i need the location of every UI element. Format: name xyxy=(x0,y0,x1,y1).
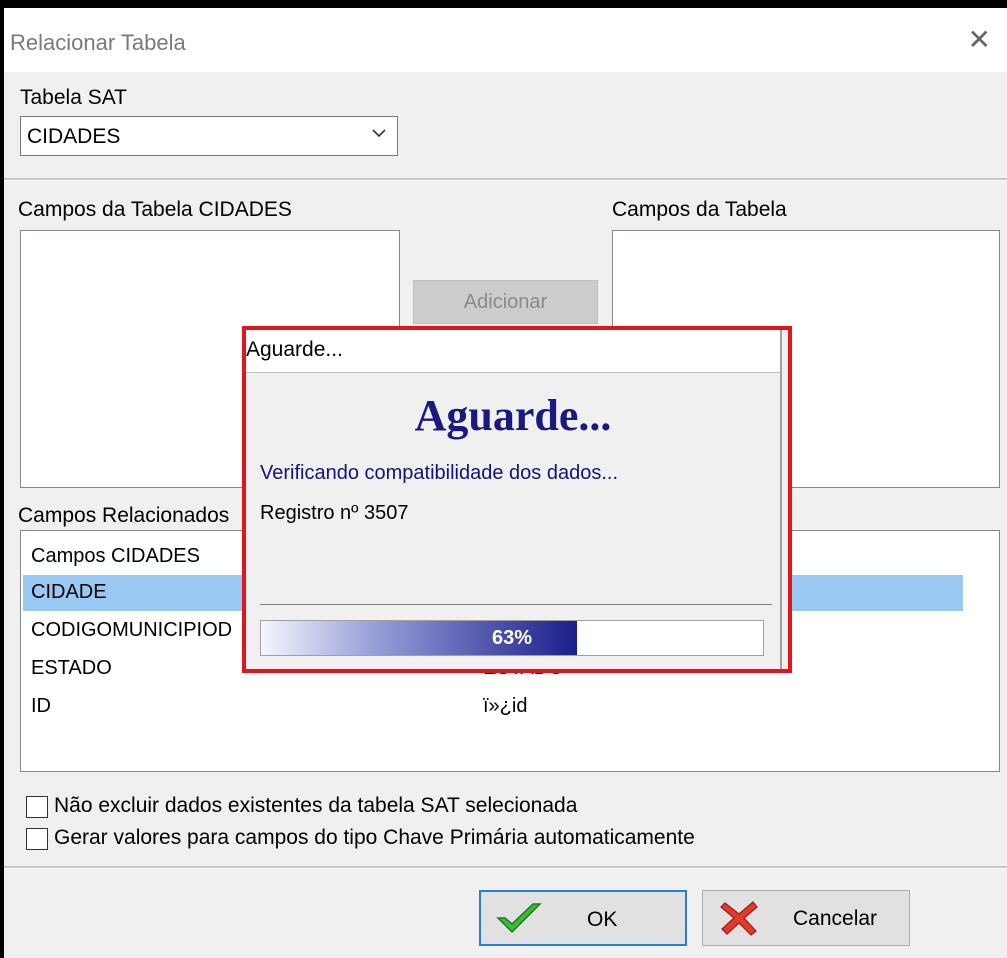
record-counter: Registro nº 3507 xyxy=(260,502,409,524)
table-row[interactable]: ID ï»¿id xyxy=(23,689,963,725)
dialog-title: Aguarde... xyxy=(246,338,343,361)
row-left: CODIGOMUNICIPIOD xyxy=(31,619,233,641)
window-title: Relacionar Tabela xyxy=(10,30,186,55)
dialog-title-bar: Aguarde... xyxy=(246,330,780,373)
dialog-heading: Aguarde... xyxy=(414,391,612,440)
separator xyxy=(4,866,1007,869)
relacionar-tabela-window: Relacionar Tabela ✕ Tabela SAT CIDADES C… xyxy=(4,8,1007,958)
tabela-sat-label: Tabela SAT xyxy=(20,86,127,109)
dialog-edge xyxy=(780,330,782,669)
related-fields-label: Campos Relacionados xyxy=(18,504,230,527)
ok-label: OK xyxy=(587,908,618,931)
row-left: CIDADE xyxy=(31,581,107,603)
row-right: ï»¿id xyxy=(483,695,528,717)
gen-keys-label[interactable]: Gerar valores para campos do tipo Chave … xyxy=(54,826,695,850)
cancel-label: Cancelar xyxy=(793,907,878,930)
gen-keys-checkbox[interactable] xyxy=(26,828,48,850)
progress-bar: 63% xyxy=(260,620,764,656)
right-fields-label: Campos da Tabela xyxy=(612,198,787,221)
progress-label: 63% xyxy=(491,627,533,649)
ok-button[interactable]: OK xyxy=(479,890,687,946)
left-fields-label: Campos da Tabela CIDADES xyxy=(18,198,292,221)
chevron-down-icon[interactable] xyxy=(371,123,387,149)
checkmark-icon xyxy=(495,900,543,941)
close-icon[interactable]: ✕ xyxy=(968,26,991,54)
row-left: ID xyxy=(31,695,51,717)
title-bar: Relacionar Tabela ✕ xyxy=(4,8,1007,72)
tabela-sat-value: CIDADES xyxy=(27,125,121,148)
separator xyxy=(4,178,1007,181)
dialog-message: Verificando compatibilidade dos dados... xyxy=(260,462,619,484)
header-left: Campos CIDADES xyxy=(31,545,200,567)
keep-data-label[interactable]: Não excluir dados existentes da tabela S… xyxy=(54,794,577,818)
progress-dialog: Aguarde... Aguarde... Verificando compat… xyxy=(242,326,792,673)
row-left: ESTADO xyxy=(31,657,112,679)
red-x-icon xyxy=(719,899,759,942)
tabela-sat-select[interactable]: CIDADES xyxy=(20,116,398,156)
keep-data-checkbox[interactable] xyxy=(26,796,48,818)
dialog-separator xyxy=(260,604,772,605)
cancel-button[interactable]: Cancelar xyxy=(702,890,910,946)
add-button[interactable]: Adicionar xyxy=(413,280,598,324)
